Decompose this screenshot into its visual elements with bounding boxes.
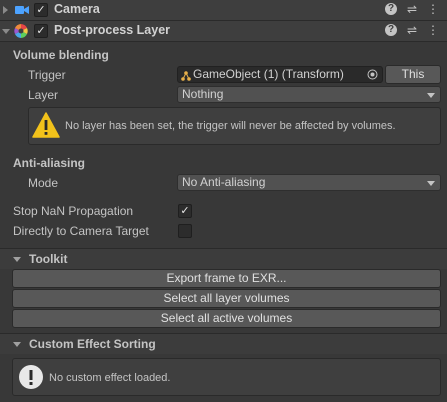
mode-label: Mode xyxy=(28,176,59,190)
custom-effect-sorting-title: Custom Effect Sorting xyxy=(29,337,156,351)
this-button[interactable]: This xyxy=(385,65,441,84)
presets-icon[interactable]: ⇌ xyxy=(406,3,418,15)
component-title: Camera xyxy=(54,2,100,16)
warning-helpbox: No layer has been set, the trigger will … xyxy=(28,107,441,145)
camera-component-header[interactable]: ✓ Camera ? ⇌ ⋮ xyxy=(0,0,447,21)
kebab-menu-icon[interactable]: ⋮ xyxy=(427,3,439,15)
layer-dropdown[interactable]: Nothing xyxy=(177,86,441,103)
toolkit-section-header[interactable]: Toolkit xyxy=(0,248,447,269)
foldout-open-icon[interactable] xyxy=(13,342,21,347)
foldout-closed-icon[interactable] xyxy=(3,6,8,14)
foldout-open-icon[interactable] xyxy=(2,29,10,34)
info-helpbox: No custom effect loaded. xyxy=(12,358,441,396)
stop-nan-checkbox[interactable]: ✓ xyxy=(178,204,192,218)
transform-icon xyxy=(181,70,191,85)
warning-icon xyxy=(32,112,60,141)
chevron-down-icon xyxy=(427,93,435,98)
stop-nan-label: Stop NaN Propagation xyxy=(13,204,134,218)
object-picker-icon[interactable] xyxy=(367,69,378,84)
ppl-enabled-checkbox[interactable]: ✓ xyxy=(34,24,48,38)
post-process-layer-icon xyxy=(14,24,28,41)
direct-camera-target-label: Directly to Camera Target xyxy=(13,224,149,238)
chevron-down-icon xyxy=(427,181,435,186)
warning-text: No layer has been set, the trigger will … xyxy=(65,120,396,132)
volume-blending-heading: Volume blending xyxy=(13,48,109,62)
presets-icon[interactable]: ⇌ xyxy=(406,24,418,36)
camera-enabled-checkbox[interactable]: ✓ xyxy=(34,3,48,17)
toolkit-title: Toolkit xyxy=(29,252,68,266)
trigger-value: GameObject (1) (Transform) xyxy=(193,67,344,81)
aa-mode-value: No Anti-aliasing xyxy=(182,175,266,189)
info-text: No custom effect loaded. xyxy=(49,372,171,384)
export-exr-button[interactable]: Export frame to EXR... xyxy=(12,269,441,288)
help-icon[interactable]: ? xyxy=(385,24,397,36)
aa-mode-dropdown[interactable]: No Anti-aliasing xyxy=(177,174,441,191)
help-icon[interactable]: ? xyxy=(385,3,397,15)
layer-label: Layer xyxy=(28,88,59,102)
component-title: Post-process Layer xyxy=(54,23,171,37)
kebab-menu-icon[interactable]: ⋮ xyxy=(427,24,439,36)
direct-camera-target-checkbox[interactable] xyxy=(178,224,192,238)
post-process-layer-header[interactable]: ✓ Post-process Layer ? ⇌ ⋮ xyxy=(0,21,447,42)
custom-effect-sorting-header[interactable]: Custom Effect Sorting xyxy=(0,333,447,354)
anti-aliasing-heading: Anti-aliasing xyxy=(13,156,86,170)
select-layer-volumes-button[interactable]: Select all layer volumes xyxy=(12,289,441,308)
trigger-object-field[interactable]: GameObject (1) (Transform) xyxy=(177,66,383,83)
foldout-open-icon[interactable] xyxy=(13,257,21,262)
camera-icon xyxy=(15,4,29,19)
trigger-label: Trigger xyxy=(28,68,66,82)
info-icon xyxy=(18,364,44,393)
select-active-volumes-button[interactable]: Select all active volumes xyxy=(12,309,441,328)
layer-value: Nothing xyxy=(182,87,224,101)
